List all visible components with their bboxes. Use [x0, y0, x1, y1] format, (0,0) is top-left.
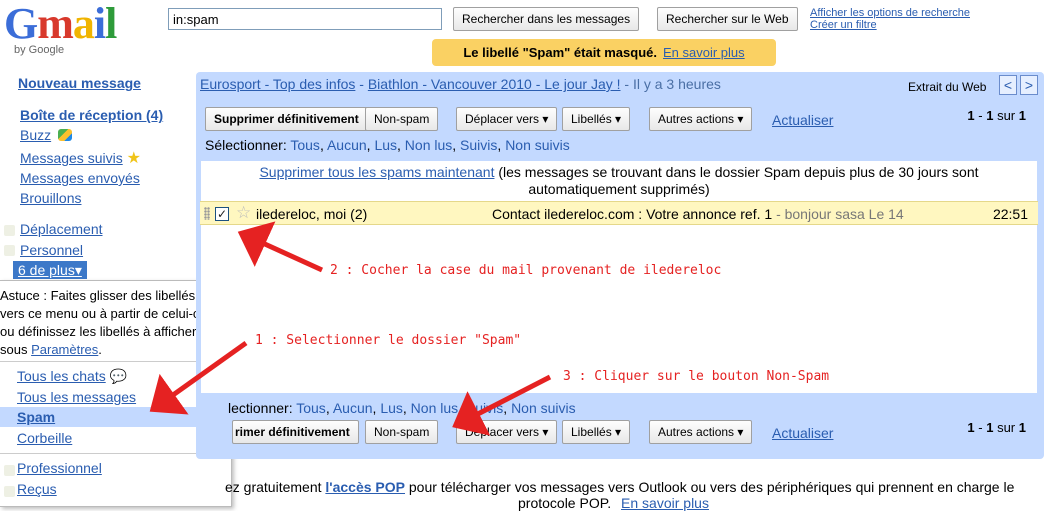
arrow-to-checkbox: [237, 221, 324, 273]
arrow-to-not-spam: [452, 374, 552, 436]
annotation-arrows: [149, 221, 552, 436]
arrow-to-spam: [149, 340, 248, 415]
